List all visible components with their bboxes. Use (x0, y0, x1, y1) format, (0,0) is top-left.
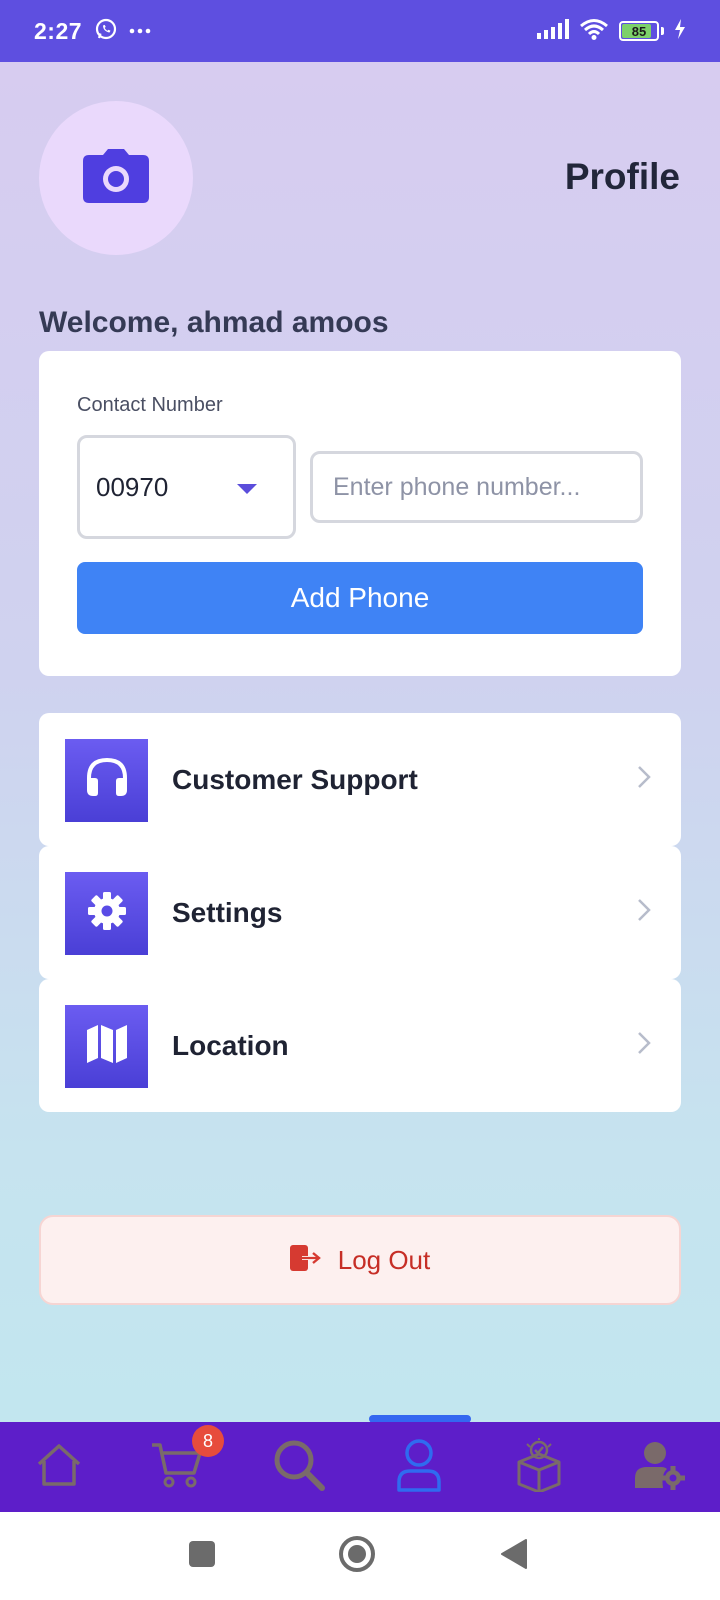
map-icon (86, 1025, 127, 1068)
nav-orders[interactable] (504, 1432, 574, 1502)
page-title: Profile (564, 156, 680, 197)
search-icon (272, 1438, 326, 1497)
welcome-text: Welcome, ahmad amoos (39, 306, 389, 339)
menu-item-label: Location (172, 1029, 289, 1061)
logout-icon (289, 1244, 322, 1276)
chevron-right-icon (637, 898, 651, 927)
add-phone-button[interactable]: Add Phone (77, 562, 643, 634)
profile-screen: Profile Welcome, ahmad amoos Contact Num… (0, 62, 720, 1422)
menu-item-settings[interactable]: Settings (39, 846, 681, 979)
signal-icon (537, 18, 569, 44)
chevron-right-icon (637, 1031, 651, 1060)
logout-button[interactable]: Log Out (39, 1215, 681, 1305)
caret-down-icon (237, 484, 257, 494)
wifi-icon (579, 18, 609, 45)
whatsapp-icon (94, 17, 118, 46)
nav-account-settings[interactable] (625, 1432, 695, 1502)
headphones-icon (85, 757, 129, 803)
menu-item-location[interactable]: Location (39, 979, 681, 1112)
chevron-right-icon (637, 765, 651, 794)
profile-icon (396, 1438, 442, 1497)
status-bar: 2:27 85 (0, 0, 720, 62)
back-triangle-icon (500, 1538, 528, 1575)
more-dots-icon (128, 22, 152, 40)
home-icon (35, 1442, 83, 1493)
bottom-nav: 8 (0, 1422, 720, 1512)
nav-home[interactable] (24, 1432, 94, 1502)
camera-icon[interactable] (83, 148, 149, 208)
phone-number-input[interactable] (310, 451, 643, 523)
contact-card: Contact Number 00970 Add Phone (39, 351, 681, 676)
square-icon (188, 1540, 216, 1573)
nav-search[interactable] (264, 1432, 334, 1502)
contact-number-label: Contact Number (77, 394, 223, 416)
logout-label: Log Out (337, 1244, 431, 1275)
battery-level: 85 (631, 23, 647, 39)
menu-item-customer-support[interactable]: Customer Support (39, 713, 681, 846)
avatar[interactable] (39, 101, 193, 255)
home-button[interactable] (335, 1534, 379, 1578)
menu-item-label: Settings (172, 896, 283, 928)
recent-apps-button[interactable] (180, 1534, 224, 1578)
status-time: 2:27 (34, 17, 83, 44)
user-settings-icon (635, 1440, 685, 1495)
box-check-icon (515, 1437, 563, 1497)
system-nav-bar (0, 1512, 720, 1600)
home-circle-icon (338, 1535, 376, 1578)
country-code-value: 00970 (96, 471, 169, 502)
back-button[interactable] (492, 1534, 536, 1578)
cart-badge: 8 (192, 1425, 224, 1457)
gear-icon (87, 891, 127, 936)
menu-item-label: Customer Support (172, 763, 418, 795)
charging-icon (674, 18, 686, 44)
battery-icon: 85 (619, 21, 659, 41)
country-code-select[interactable]: 00970 (77, 435, 296, 539)
nav-profile[interactable] (384, 1432, 454, 1502)
